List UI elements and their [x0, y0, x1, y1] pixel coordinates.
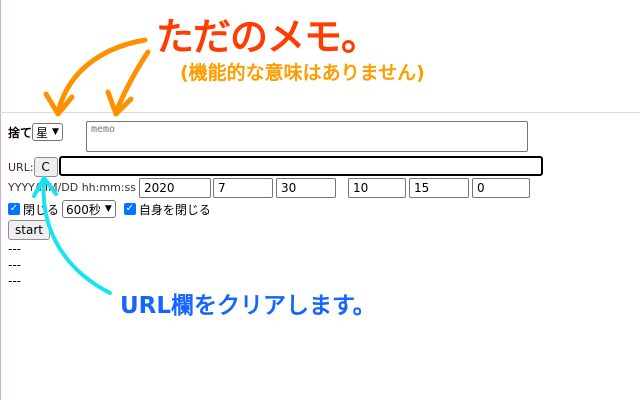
- url-row: URL: C: [8, 157, 58, 177]
- start-button[interactable]: start: [8, 220, 50, 240]
- discard-select-value: 星: [36, 125, 49, 140]
- year-input[interactable]: [139, 178, 211, 198]
- annotation-subtitle: (機能的な意味はありません): [180, 62, 425, 84]
- orange-arrow-right: [113, 49, 151, 115]
- close-label: 閉じる: [23, 202, 60, 217]
- datetime-row: YYYY/MM/DD hh:mm:ss: [8, 181, 136, 194]
- options-row: ✓ 閉じる 600秒 ▼ ✓ 自身を閉じる: [8, 200, 211, 218]
- chevron-down-icon: ▼: [104, 204, 112, 214]
- output-line: ---: [8, 242, 21, 256]
- second-input[interactable]: [472, 178, 530, 198]
- hour-input[interactable]: [348, 178, 406, 198]
- timeout-select[interactable]: 600秒 ▼: [62, 200, 116, 218]
- orange-arrowhead-left: [43, 91, 75, 117]
- memo-row: 捨て 星 ▼: [8, 123, 63, 141]
- output-line: ---: [8, 274, 21, 288]
- chevron-down-icon: ▼: [52, 127, 59, 137]
- discard-label: 捨て: [8, 125, 33, 140]
- self-close-checkbox[interactable]: ✓: [123, 203, 136, 215]
- datetime-label: YYYY/MM/DD hh:mm:ss: [8, 181, 136, 194]
- orange-arrow-left: [55, 37, 148, 115]
- clear-url-button[interactable]: C: [33, 157, 58, 177]
- cyan-arrow: [41, 178, 112, 295]
- month-input[interactable]: [213, 178, 273, 198]
- url-label: URL:: [8, 160, 34, 174]
- annotation-title: ただのメモ。: [156, 15, 379, 59]
- discard-select[interactable]: 星 ▼: [32, 123, 63, 141]
- orange-arrowhead-right: [105, 89, 134, 117]
- memo-field[interactable]: [86, 121, 528, 152]
- output-line: ---: [8, 258, 21, 272]
- close-checkbox[interactable]: ✓: [8, 203, 20, 215]
- minute-input[interactable]: [409, 178, 469, 198]
- url-input[interactable]: [59, 156, 543, 176]
- day-input[interactable]: [276, 178, 336, 198]
- page-edge: [0, 0, 1, 400]
- annotation-url-note: URL欄をクリアします。: [120, 293, 376, 319]
- self-close-label: 自身を閉じる: [138, 202, 211, 217]
- timeout-select-value: 600秒: [66, 202, 101, 217]
- header-divider: [0, 112, 640, 113]
